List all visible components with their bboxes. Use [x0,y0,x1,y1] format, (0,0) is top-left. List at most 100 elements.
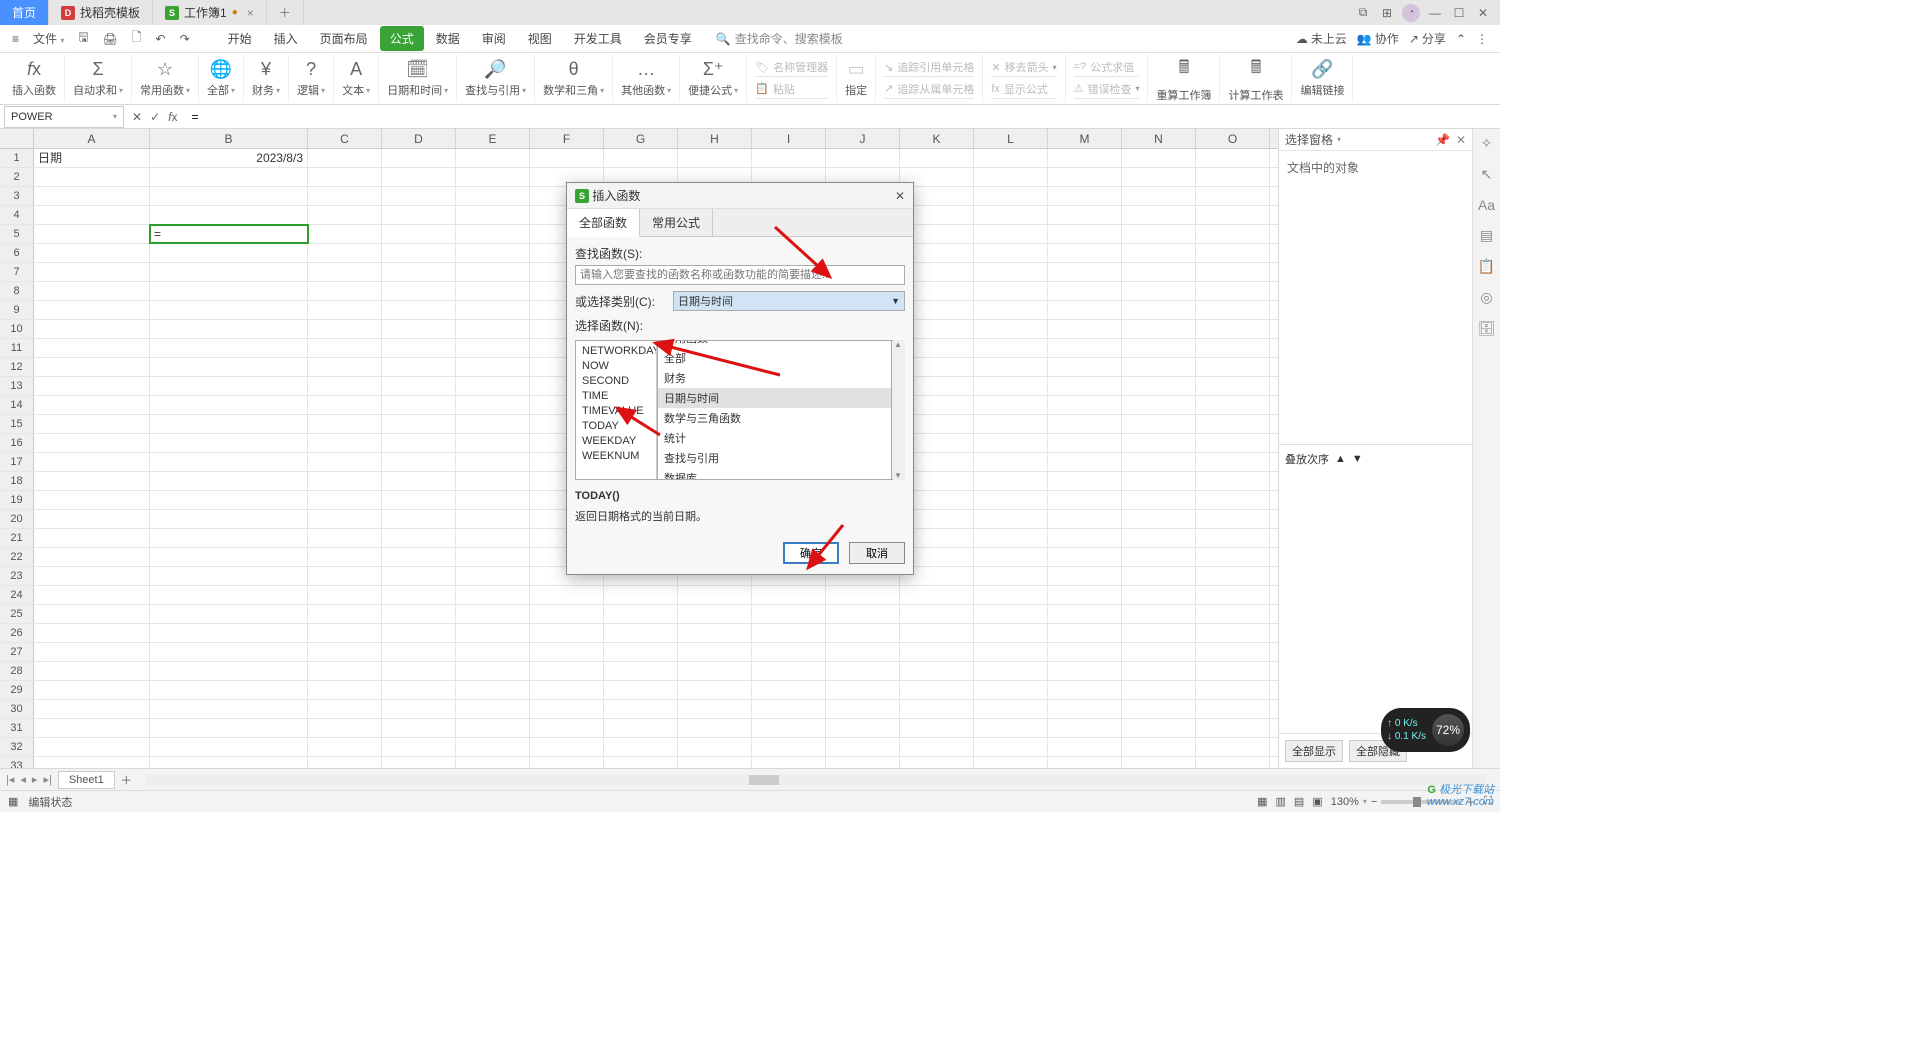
cell[interactable] [900,643,974,661]
cell[interactable] [456,605,530,623]
cell[interactable] [382,700,456,718]
row-header[interactable]: 4 [0,206,34,224]
dialog-tab-common[interactable]: 常用公式 [640,209,713,236]
cell[interactable] [1122,757,1196,768]
cell[interactable] [382,206,456,224]
cell[interactable] [308,662,382,680]
menu-insert[interactable]: 插入 [264,26,308,51]
cell[interactable] [530,643,604,661]
cell[interactable] [382,510,456,528]
cell[interactable] [974,206,1048,224]
cell[interactable] [1122,396,1196,414]
cell[interactable] [1048,719,1122,737]
ok-button[interactable]: 确定 [783,542,839,564]
cell[interactable] [1048,643,1122,661]
row-header[interactable]: 19 [0,491,34,509]
cell[interactable] [150,396,308,414]
cell[interactable] [1122,491,1196,509]
cell[interactable] [1196,168,1270,186]
cell[interactable] [382,529,456,547]
cell[interactable] [1196,263,1270,281]
cell[interactable] [150,681,308,699]
cell[interactable] [678,681,752,699]
cell[interactable] [34,586,150,604]
cell[interactable] [308,149,382,167]
col-header[interactable]: N [1122,129,1196,148]
cell[interactable] [150,282,308,300]
cell[interactable] [974,339,1048,357]
cell[interactable] [678,624,752,642]
row-header[interactable]: 20 [0,510,34,528]
col-header[interactable]: J [826,129,900,148]
btn-text-fn[interactable]: A文本▾ [334,55,379,102]
cell[interactable] [530,757,604,768]
cell[interactable] [1122,719,1196,737]
cell[interactable] [308,377,382,395]
cell[interactable] [900,586,974,604]
cell[interactable] [34,700,150,718]
cell[interactable] [456,320,530,338]
function-item[interactable]: TODAY [582,420,650,432]
cell[interactable] [530,605,604,623]
cell[interactable] [382,149,456,167]
cell[interactable] [1122,206,1196,224]
col-header[interactable]: D [382,129,456,148]
cell[interactable] [604,586,678,604]
cell[interactable] [530,738,604,756]
cell[interactable] [974,396,1048,414]
cell[interactable] [34,738,150,756]
row-header[interactable]: 15 [0,415,34,433]
cell[interactable] [308,244,382,262]
cell[interactable] [308,434,382,452]
cell[interactable] [34,358,150,376]
cell[interactable] [1048,168,1122,186]
cell[interactable] [1048,586,1122,604]
cell[interactable] [456,434,530,452]
show-all-button[interactable]: 全部显示 [1285,740,1343,762]
cell[interactable] [974,738,1048,756]
btn-finance-fn[interactable]: ¥财务▾ [244,55,289,102]
function-item[interactable]: NETWORKDAYS [582,345,650,357]
cell[interactable] [308,396,382,414]
cell[interactable] [456,168,530,186]
cell[interactable] [34,301,150,319]
cell[interactable] [308,187,382,205]
cell[interactable] [1122,244,1196,262]
menu-view[interactable]: 视图 [518,26,562,51]
cell[interactable] [1048,510,1122,528]
cell[interactable] [826,738,900,756]
cell[interactable] [150,529,308,547]
file-menu[interactable]: 文件 ▾ [27,27,70,50]
cell[interactable] [456,491,530,509]
cell[interactable] [604,757,678,768]
cell[interactable] [1048,415,1122,433]
cell[interactable] [1196,206,1270,224]
cell[interactable] [308,282,382,300]
move-up-icon[interactable]: ▲ [1335,453,1346,465]
cell[interactable] [678,605,752,623]
minimize-icon[interactable]: — [1424,2,1446,24]
cell[interactable] [456,719,530,737]
cell[interactable] [34,434,150,452]
app-grid-icon[interactable]: ⊞ [1376,2,1398,24]
row-header[interactable]: 17 [0,453,34,471]
cell[interactable] [1122,472,1196,490]
cell[interactable] [34,757,150,768]
cell[interactable] [900,681,974,699]
row-header[interactable]: 31 [0,719,34,737]
row-header[interactable]: 24 [0,586,34,604]
menu-start[interactable]: 开始 [218,26,262,51]
cell[interactable] [678,738,752,756]
cell[interactable] [1196,396,1270,414]
col-header[interactable]: F [530,129,604,148]
menu-formula[interactable]: 公式 [380,26,424,51]
cell[interactable] [974,757,1048,768]
cell[interactable] [34,225,150,243]
more-icon[interactable]: ⋮ [1476,32,1488,46]
cell[interactable] [1122,301,1196,319]
cell[interactable] [308,529,382,547]
cell[interactable] [382,738,456,756]
cell[interactable] [1196,491,1270,509]
cell[interactable] [308,586,382,604]
btn-datetime-fn[interactable]: 🗓日期和时间▾ [379,55,457,102]
